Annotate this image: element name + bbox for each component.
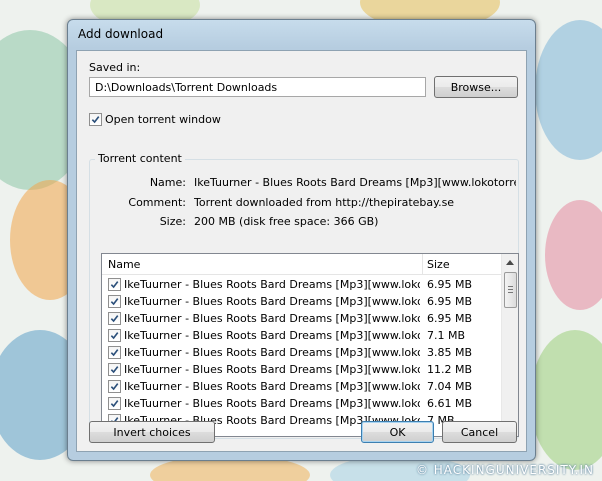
torrent-content-title: Torrent content — [95, 152, 185, 165]
column-header-size[interactable]: Size — [427, 258, 450, 271]
file-name: IkeTuurner - Blues Roots Bard Dreams [Mp… — [124, 329, 420, 342]
file-size: 6.95 MB — [427, 312, 473, 325]
file-size: 6.61 MB — [427, 397, 473, 410]
file-row-checkbox[interactable] — [108, 346, 121, 359]
torrent-name-value: IkeTuurner - Blues Roots Bard Dreams [Mp… — [194, 176, 516, 189]
dialog-title: Add download — [78, 27, 164, 41]
column-header-name[interactable]: Name — [108, 258, 140, 271]
file-row-checkbox[interactable] — [108, 380, 121, 393]
file-row-checkbox[interactable] — [108, 329, 121, 342]
file-name: IkeTuurner - Blues Roots Bard Dreams [Mp… — [124, 380, 420, 393]
checkmark-icon — [91, 116, 100, 124]
file-list-header: Name Size — [102, 254, 502, 275]
saved-in-label: Saved in: — [89, 61, 141, 74]
dialog-body: Saved in: Browse... Open torrent window … — [76, 50, 527, 452]
scroll-up-button[interactable] — [502, 254, 518, 270]
save-path-input[interactable] — [89, 77, 426, 97]
file-row[interactable]: IkeTuurner - Blues Roots Bard Dreams [Mp… — [102, 293, 502, 310]
file-row[interactable]: IkeTuurner - Blues Roots Bard Dreams [Mp… — [102, 327, 502, 344]
file-row-checkbox[interactable] — [108, 278, 121, 291]
file-list-scrollbar[interactable] — [501, 254, 518, 436]
file-size: 7.1 MB — [427, 329, 466, 342]
checkmark-icon — [110, 349, 119, 357]
file-row-checkbox[interactable] — [108, 312, 121, 325]
torrent-comment-value: Torrent downloaded from http://thepirate… — [194, 196, 455, 209]
file-row[interactable]: IkeTuurner - Blues Roots Bard Dreams [Mp… — [102, 310, 502, 327]
add-download-dialog: Add download Saved in: Browse... Open to… — [67, 19, 536, 461]
scroll-up-arrow-icon — [506, 259, 514, 265]
file-size: 6.95 MB — [427, 295, 473, 308]
checkmark-icon — [110, 400, 119, 408]
file-size: 6.95 MB — [427, 278, 473, 291]
file-name: IkeTuurner - Blues Roots Bard Dreams [Mp… — [124, 346, 420, 359]
checkmark-icon — [110, 281, 119, 289]
file-row[interactable]: IkeTuurner - Blues Roots Bard Dreams [Mp… — [102, 378, 502, 395]
dialog-titlebar[interactable]: Add download — [68, 20, 535, 48]
open-torrent-label[interactable]: Open torrent window — [105, 113, 221, 126]
invert-choices-button[interactable]: Invert choices — [89, 421, 215, 443]
file-row-checkbox[interactable] — [108, 295, 121, 308]
file-row[interactable]: IkeTuurner - Blues Roots Bard Dreams [Mp… — [102, 395, 502, 412]
file-size: 11.2 MB — [427, 363, 473, 376]
file-size: 7.04 MB — [427, 380, 473, 393]
file-name: IkeTuurner - Blues Roots Bard Dreams [Mp… — [124, 278, 420, 291]
file-rows: IkeTuurner - Blues Roots Bard Dreams [Mp… — [102, 276, 502, 429]
file-size: 3.85 MB — [427, 346, 473, 359]
file-name: IkeTuurner - Blues Roots Bard Dreams [Mp… — [124, 363, 420, 376]
file-row-checkbox[interactable] — [108, 363, 121, 376]
checkmark-icon — [110, 332, 119, 340]
checkmark-icon — [110, 366, 119, 374]
torrent-content-group: Torrent content Name: IkeTuurner - Blues… — [89, 152, 519, 439]
file-row[interactable]: IkeTuurner - Blues Roots Bard Dreams [Mp… — [102, 276, 502, 293]
open-torrent-checkbox[interactable] — [89, 113, 102, 126]
size-key: Size: — [159, 215, 186, 228]
checkmark-icon — [110, 383, 119, 391]
file-row-checkbox[interactable] — [108, 397, 121, 410]
browse-button[interactable]: Browse... — [434, 76, 518, 98]
file-row[interactable]: IkeTuurner - Blues Roots Bard Dreams [Mp… — [102, 344, 502, 361]
file-row[interactable]: IkeTuurner - Blues Roots Bard Dreams [Mp… — [102, 361, 502, 378]
checkmark-icon — [110, 315, 119, 323]
file-name: IkeTuurner - Blues Roots Bard Dreams [Mp… — [124, 397, 420, 410]
watermark-text: © HACKINGUNIVERSITY.IN — [415, 463, 594, 477]
file-list[interactable]: Name Size IkeTuurner - Blues Roots Bard … — [101, 253, 519, 437]
column-divider[interactable] — [422, 254, 423, 274]
file-name: IkeTuurner - Blues Roots Bard Dreams [Mp… — [124, 295, 420, 308]
file-name: IkeTuurner - Blues Roots Bard Dreams [Mp… — [124, 312, 420, 325]
name-key: Name: — [149, 176, 186, 189]
torrent-size-value: 200 MB (disk free space: 366 GB) — [194, 215, 379, 228]
ok-button[interactable]: OK — [361, 421, 434, 443]
checkmark-icon — [110, 298, 119, 306]
cancel-button[interactable]: Cancel — [442, 421, 517, 443]
comment-key: Comment: — [128, 196, 186, 209]
scroll-thumb[interactable] — [504, 272, 517, 308]
